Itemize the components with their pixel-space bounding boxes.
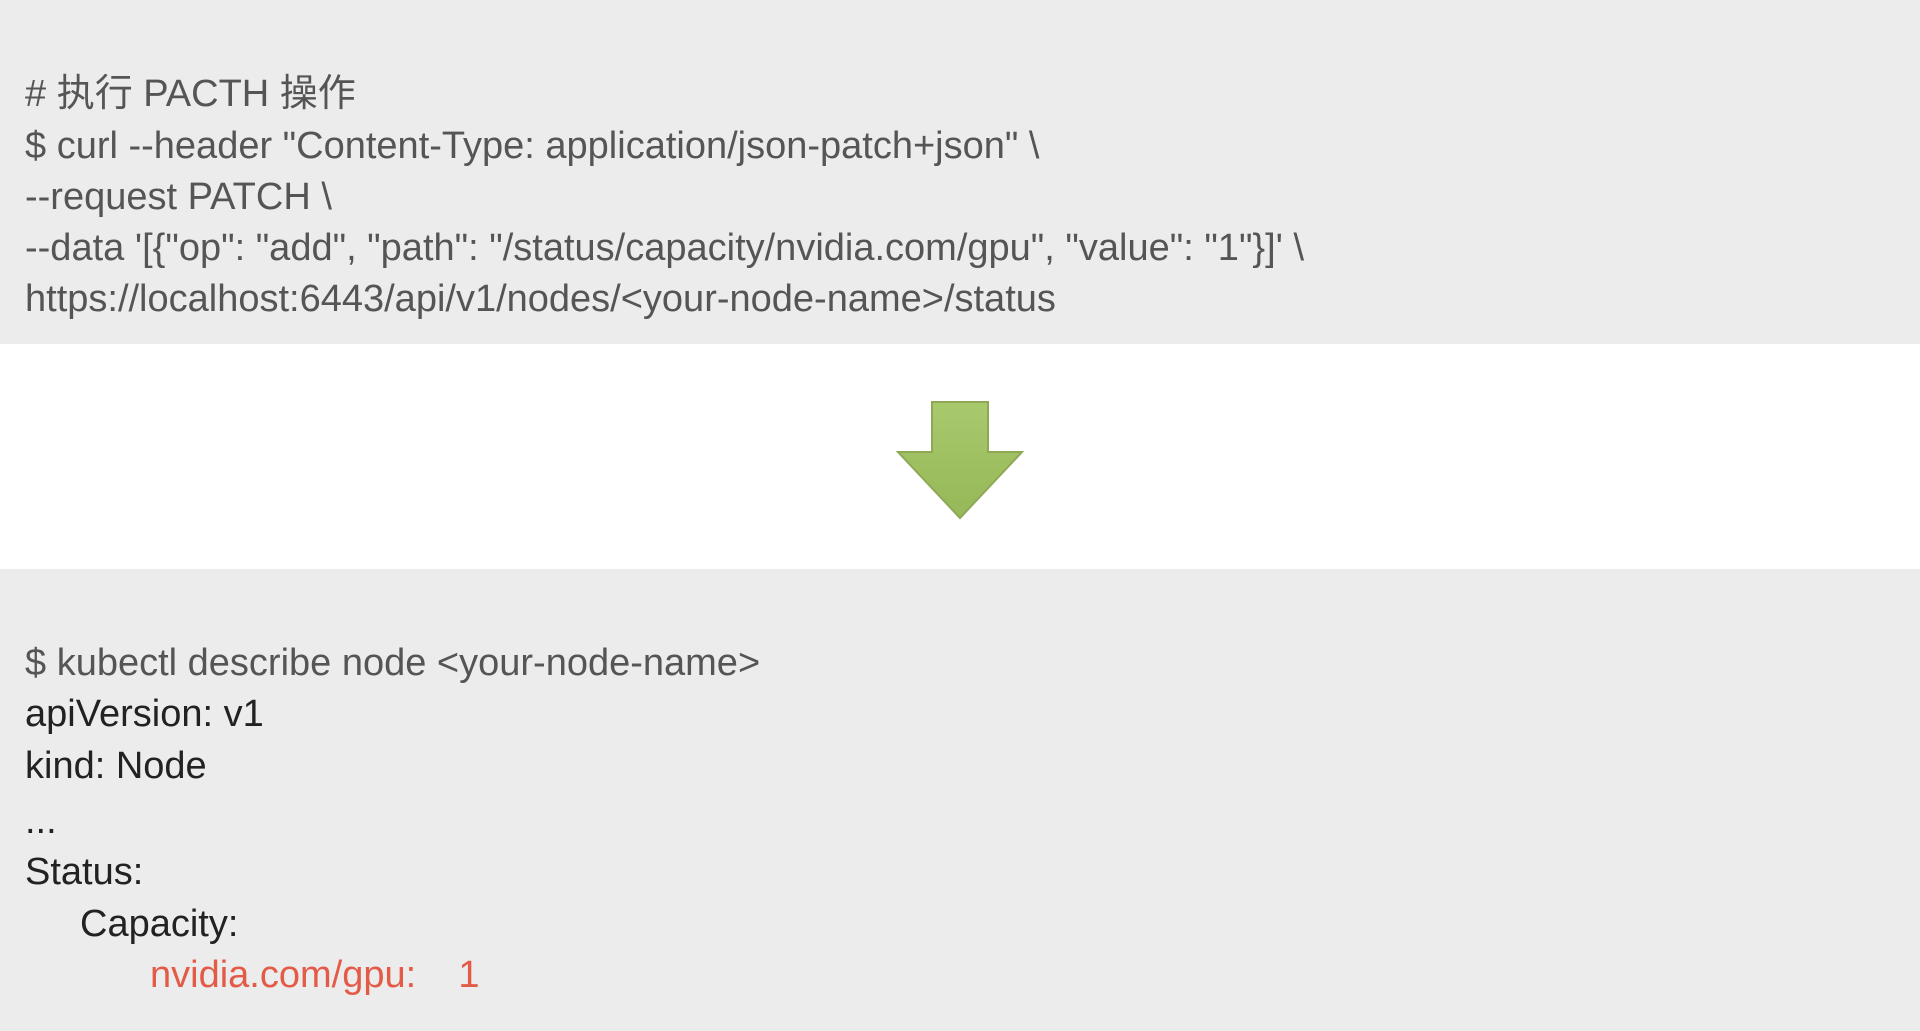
code-line-curl-header: $ curl --header "Content-Type: applicati… [25,125,1039,167]
code-block-describe: $ kubectl describe node <your-node-name>… [0,569,1920,1031]
gpu-key: nvidia.com/gpu: [150,954,416,996]
code-line-curl-request: --request PATCH \ [25,176,332,218]
code-line-status: Status: [25,851,143,893]
code-line-gpu: nvidia.com/gpu: 1 [25,954,480,996]
down-arrow-icon [890,394,1030,524]
code-line-ellipsis: ... [25,792,57,840]
code-line-comment: # 执行 PACTH 操作 [25,73,356,115]
arrow-section [0,344,1920,569]
code-line-kind: kind: Node [25,745,207,787]
code-line-curl-data: --data '[{"op": "add", "path": "/status/… [25,227,1304,269]
gpu-value: 1 [458,954,479,996]
code-line-capacity: Capacity: [25,903,238,945]
code-line-apiversion: apiVersion: v1 [25,693,264,735]
code-block-patch: # 执行 PACTH 操作 $ curl --header "Content-T… [0,0,1920,344]
code-line-kubectl: $ kubectl describe node <your-node-name> [25,642,760,684]
code-line-curl-url: https://localhost:6443/api/v1/nodes/<you… [25,278,1056,320]
